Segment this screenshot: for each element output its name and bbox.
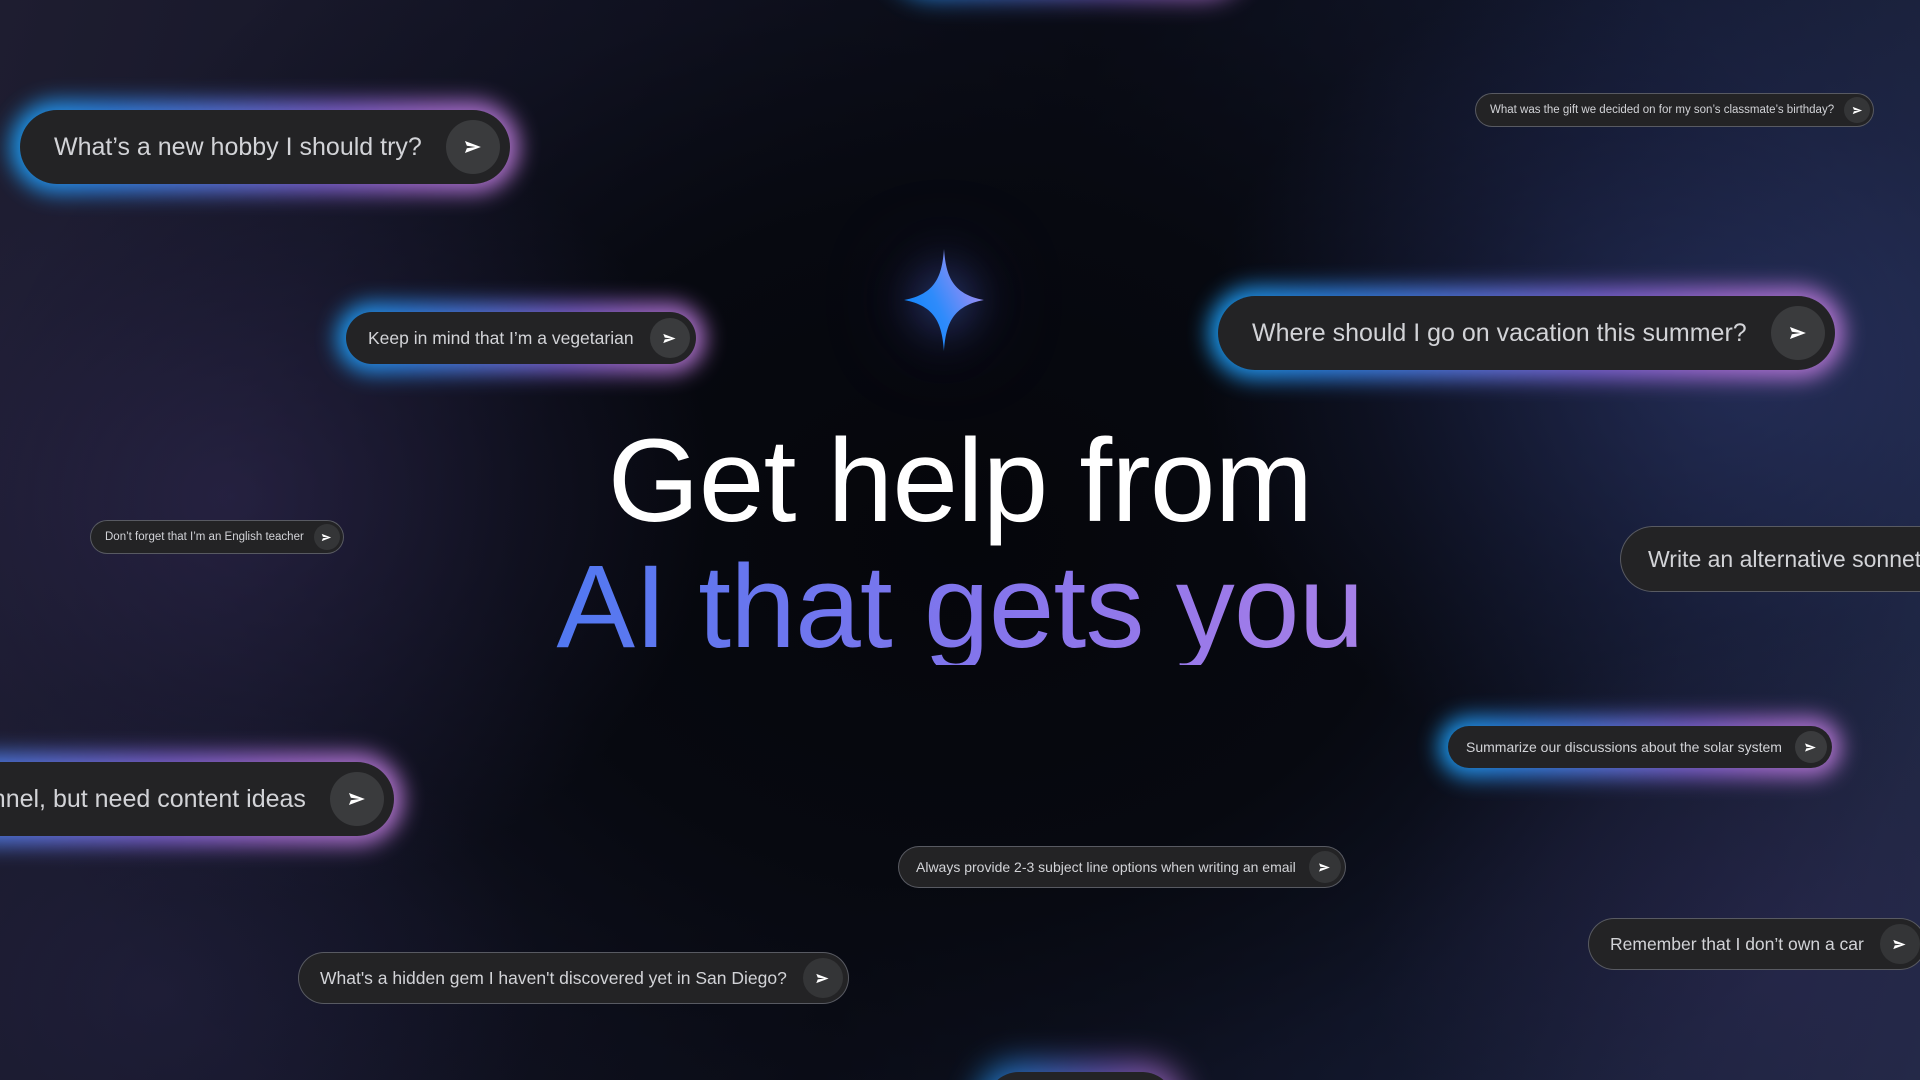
send-arrow-icon[interactable] bbox=[802, 958, 843, 998]
prompt-pill[interactable]: What’s a new hobby I should try? bbox=[20, 110, 510, 184]
prompt-pill-gift[interactable]: What was the gift we decided on for my s… bbox=[1475, 93, 1875, 127]
prompt-text: Write an alternative sonnet about bbox=[1648, 545, 1920, 572]
send-arrow-icon[interactable] bbox=[445, 120, 500, 174]
prompt-pill-email-subject-lines[interactable]: Always provide 2-3 subject line options … bbox=[898, 846, 1346, 888]
prompt-pill-english-teacher[interactable]: Don’t forget that I’m an English teacher bbox=[90, 520, 344, 554]
prompt-pill-solar-system[interactable]: Summarize our discussions about the sola… bbox=[1439, 717, 1841, 777]
send-arrow-icon[interactable] bbox=[1308, 851, 1341, 883]
prompt-text: What’s a new hobby I should try? bbox=[54, 132, 422, 161]
prompt-pill-hobby[interactable]: What’s a new hobby I should try? bbox=[11, 101, 519, 193]
prompt-pill[interactable]: t a YouTube channel, but need content id… bbox=[0, 762, 394, 836]
send-arrow-icon[interactable] bbox=[1844, 97, 1871, 123]
send-arrow-icon[interactable] bbox=[649, 318, 690, 358]
prompt-pill[interactable]: Where should I go on vacation this summe… bbox=[1218, 296, 1835, 370]
prompt-text: Don’t forget that I’m an English teacher bbox=[105, 531, 304, 543]
prompt-pill[interactable]: Summarize our discussions about the sola… bbox=[1448, 726, 1832, 768]
prompt-pill-vegetarian[interactable]: Keep in mind that I’m a vegetarian bbox=[337, 303, 705, 373]
send-arrow-icon[interactable] bbox=[329, 772, 384, 826]
hero-canvas: What’s a new hobby I should try? What wa… bbox=[0, 0, 1920, 1080]
prompt-text: What's a hidden gem I haven't discovered… bbox=[320, 967, 787, 988]
gemini-sparkle-icon bbox=[904, 249, 984, 351]
prompt-pill-bottom-partial[interactable] bbox=[977, 1063, 1185, 1080]
prompt-pill-sonnet[interactable]: Write an alternative sonnet about bbox=[1620, 526, 1920, 592]
send-arrow-icon[interactable] bbox=[313, 524, 340, 550]
prompt-pill[interactable]: Keep in mind that I’m a vegetarian bbox=[346, 312, 696, 364]
prompt-text: Where should I go on vacation this summe… bbox=[1252, 318, 1747, 347]
prompt-text: Always provide 2-3 subject line options … bbox=[916, 859, 1296, 875]
prompt-text: t a YouTube channel, but need content id… bbox=[0, 784, 306, 813]
prompt-text: Remember that I don’t own a car bbox=[1610, 933, 1864, 954]
prompt-pill-vacation[interactable]: Where should I go on vacation this summe… bbox=[1209, 287, 1844, 379]
prompt-text: Summarize our discussions about the sola… bbox=[1466, 739, 1782, 755]
prompt-pill-san-diego[interactable]: What's a hidden gem I haven't discovered… bbox=[298, 952, 849, 1004]
send-arrow-icon[interactable] bbox=[1794, 731, 1827, 763]
send-arrow-icon[interactable] bbox=[1770, 306, 1825, 360]
prompt-pill-youtube[interactable]: t a YouTube channel, but need content id… bbox=[0, 753, 403, 845]
prompt-text: Keep in mind that I’m a vegetarian bbox=[368, 327, 634, 348]
send-arrow-icon[interactable] bbox=[1879, 924, 1920, 964]
prompt-text: What was the gift we decided on for my s… bbox=[1490, 104, 1835, 116]
prompt-pill[interactable] bbox=[986, 1072, 1176, 1080]
prompt-pill-no-car[interactable]: Remember that I don’t own a car bbox=[1588, 918, 1920, 970]
